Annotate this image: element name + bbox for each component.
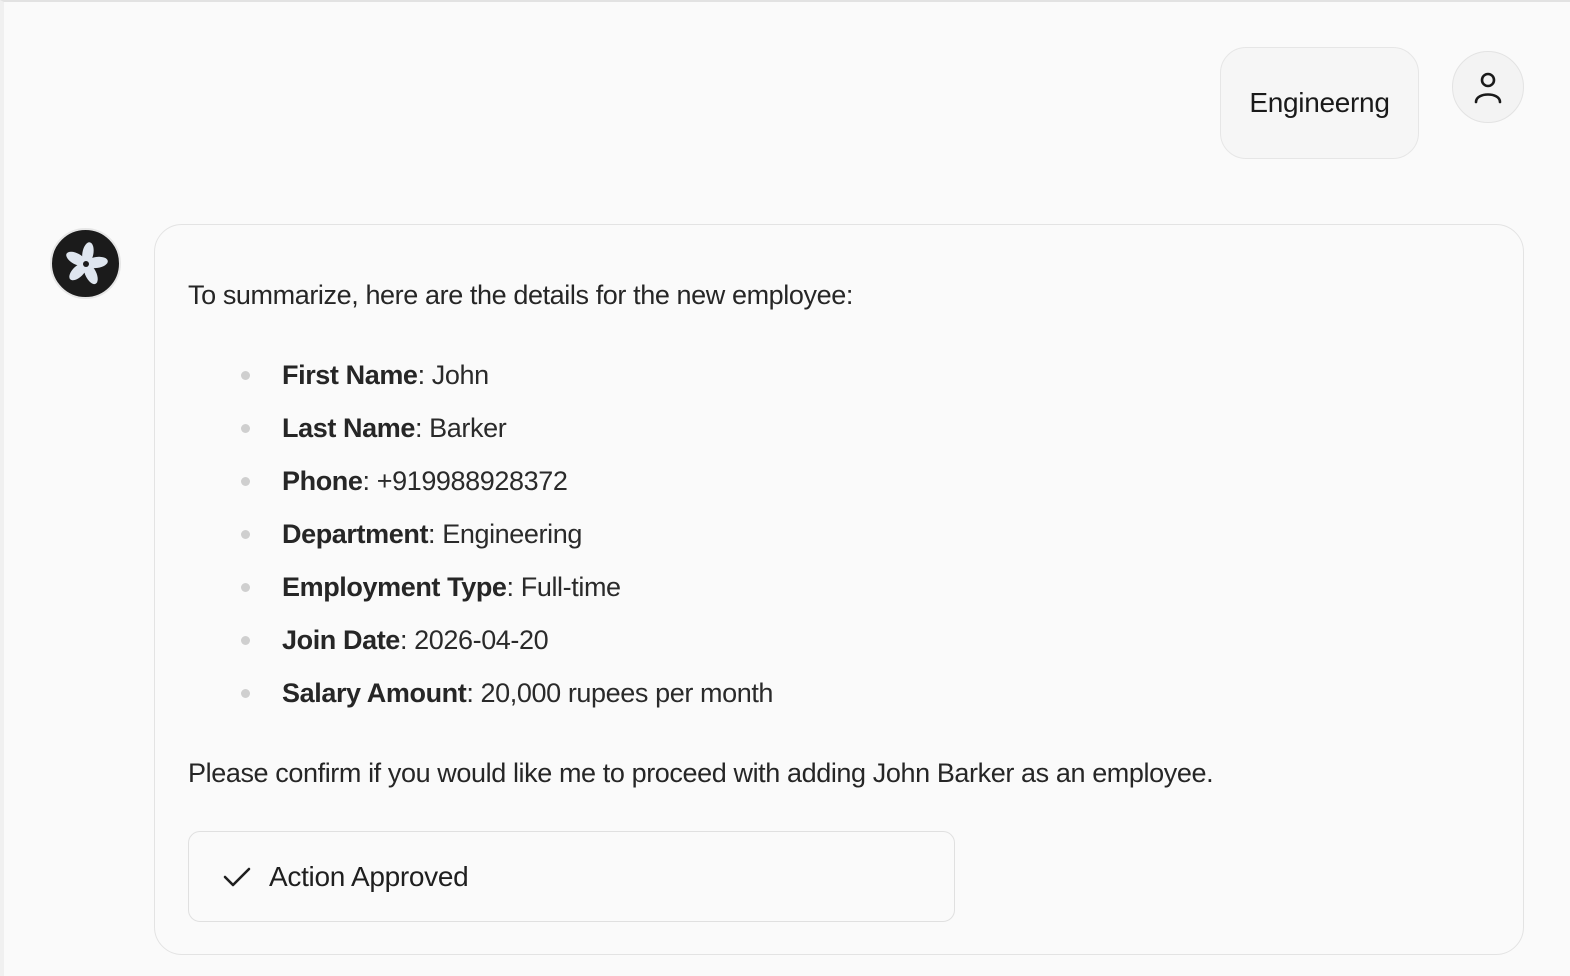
bullet-icon — [241, 636, 250, 645]
bullet-icon — [241, 424, 250, 433]
assistant-message-card: To summarize, here are the details for t… — [154, 224, 1524, 955]
asterisk-flower-logo-icon — [65, 241, 108, 284]
user-icon — [1474, 72, 1502, 104]
list-item: First Name: John — [241, 349, 773, 402]
field-label: Phone — [282, 466, 363, 496]
assistant-avatar — [50, 228, 121, 299]
bullet-icon — [241, 583, 250, 592]
field-label: Last Name — [282, 413, 415, 443]
field-value: : 2026-04-20 — [399, 625, 549, 655]
user-message-text: Engineerng — [1249, 87, 1390, 118]
list-item: Salary Amount: 20,000 rupees per month — [241, 667, 773, 720]
chat-area: Engineerng To summarize, here are the de… — [0, 0, 1570, 976]
field-label: Salary Amount — [282, 678, 467, 708]
bullet-icon — [241, 689, 250, 698]
field-label: Department — [282, 519, 429, 549]
list-item: Department: Engineering — [241, 508, 773, 561]
approval-label: Action Approved — [269, 860, 469, 892]
summary-intro: To summarize, here are the details for t… — [188, 280, 853, 310]
list-item: Phone: +919988928372 — [241, 455, 773, 508]
list-item: Last Name: Barker — [241, 402, 773, 455]
list-item: Employment Type: Full-time — [241, 561, 773, 614]
user-avatar[interactable] — [1452, 51, 1524, 123]
list-item: Join Date: 2026-04-20 — [241, 614, 773, 667]
bullet-icon — [241, 371, 250, 380]
user-message-bubble: Engineerng — [1220, 47, 1419, 159]
check-icon — [223, 867, 251, 886]
employee-details-list: First Name: John Last Name: Barker Phone… — [241, 349, 773, 720]
field-value: : Full-time — [506, 572, 622, 602]
confirmation-prompt: Please confirm if you would like me to p… — [188, 758, 1214, 788]
bullet-icon — [241, 477, 250, 486]
field-label: Join Date — [282, 625, 400, 655]
field-label: Employment Type — [282, 572, 507, 602]
field-value: : +919988928372 — [362, 466, 568, 496]
field-value: : Barker — [414, 413, 507, 443]
field-label: First Name — [282, 360, 418, 390]
bullet-icon — [241, 530, 250, 539]
field-value: : 20,000 rupees per month — [466, 678, 774, 708]
action-approved-status: Action Approved — [188, 831, 955, 922]
field-value: : Engineering — [428, 519, 582, 549]
field-value: : John — [417, 360, 490, 390]
